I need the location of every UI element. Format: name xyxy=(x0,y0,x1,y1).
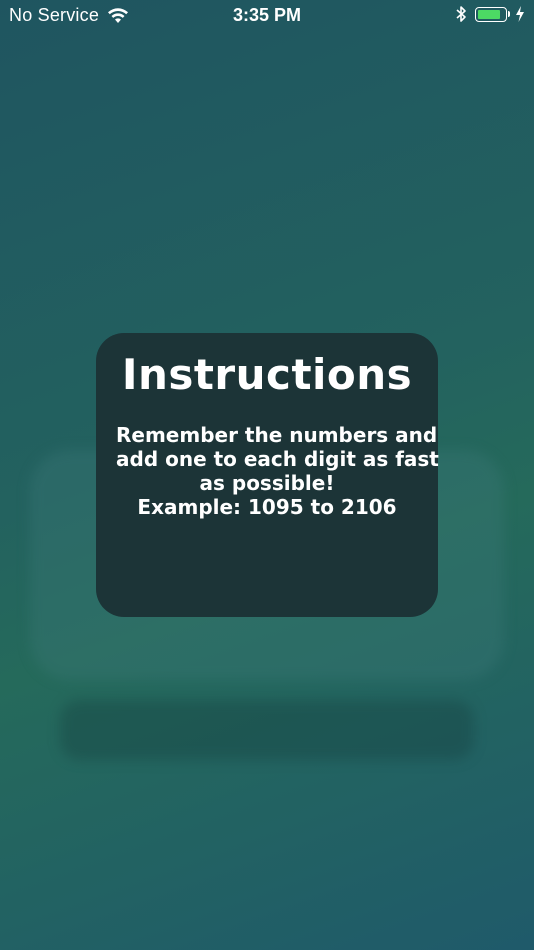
instruction-example: Example: 1095 to 2106 xyxy=(137,495,397,519)
modal-title: Instructions xyxy=(121,350,413,399)
status-right xyxy=(455,5,525,23)
instruction-line: as possible! xyxy=(199,471,335,495)
instructions-modal[interactable]: Instructions Remember the numbers and ad… xyxy=(96,333,439,617)
status-time: 3:35 PM xyxy=(232,5,302,25)
bluetooth-icon xyxy=(456,6,466,22)
battery-fill xyxy=(478,9,500,19)
charging-icon xyxy=(516,6,524,22)
blurred-bottom-bar xyxy=(60,700,474,760)
instruction-line: add one to each digit as fast xyxy=(116,447,439,471)
instruction-line: Remember the numbers and xyxy=(116,423,438,447)
status-bar: No Service 3:35 PM xyxy=(0,0,534,30)
battery-nub xyxy=(508,11,510,17)
battery-icon xyxy=(475,6,507,22)
modal-body: Remember the numbers and add one to each… xyxy=(96,423,439,519)
